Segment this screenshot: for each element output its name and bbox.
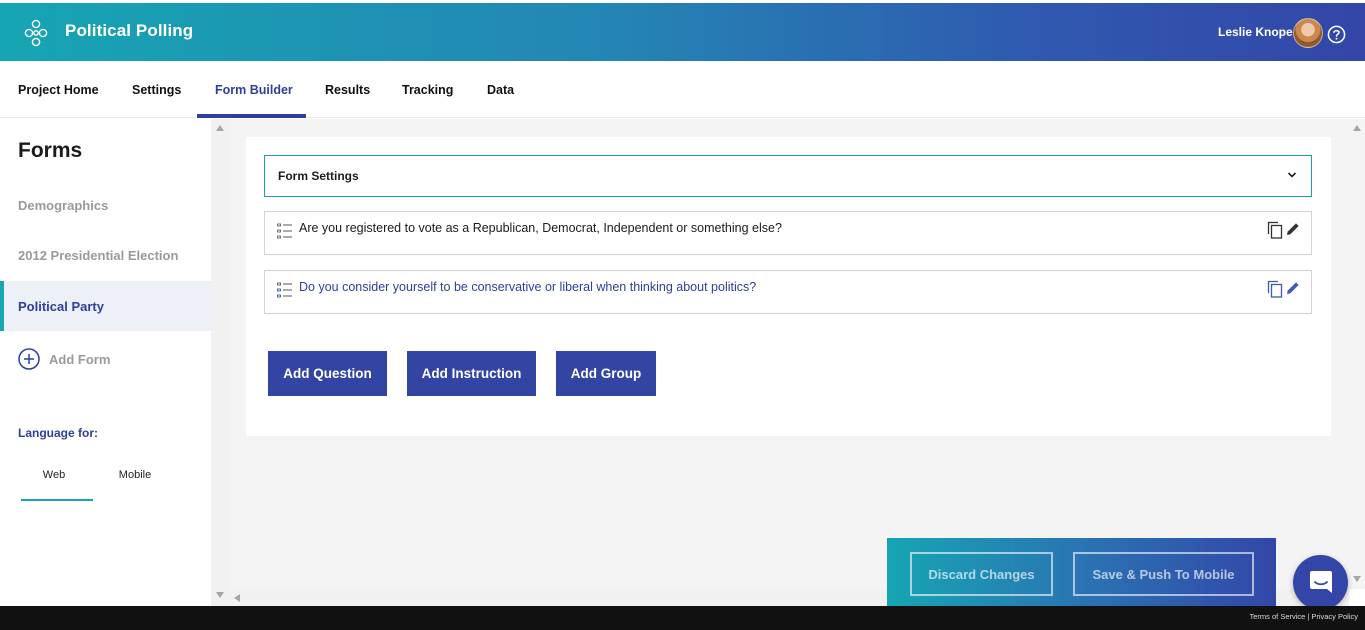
sidebar-item-political-party[interactable]: Political Party: [0, 281, 211, 331]
language-tab-web[interactable]: Web: [18, 459, 90, 501]
tab-settings[interactable]: Settings: [132, 61, 181, 118]
footer-separator: |: [1307, 612, 1310, 621]
pencil-icon[interactable]: [1285, 221, 1301, 237]
help-circle-icon[interactable]: [1327, 25, 1346, 44]
add-form-label: Add Form: [49, 351, 111, 367]
main-nav: Project Home Settings Form Builder Resul…: [0, 61, 1365, 118]
sidebar-item-demographics[interactable]: Demographics: [0, 180, 211, 230]
main-scrollbar[interactable]: [1349, 119, 1365, 589]
form-settings-label: Form Settings: [278, 169, 359, 183]
list-icon: [277, 223, 292, 239]
avatar[interactable]: [1293, 18, 1323, 48]
tab-tracking[interactable]: Tracking: [402, 61, 453, 118]
add-question-button[interactable]: Add Question: [268, 351, 387, 396]
question-text[interactable]: Do you consider yourself to be conservat…: [299, 280, 756, 294]
active-tab-indicator: [197, 114, 306, 118]
chat-icon: [1310, 571, 1332, 593]
copy-icon[interactable]: [1267, 221, 1283, 239]
tab-data[interactable]: Data: [487, 61, 514, 118]
save-push-mobile-button[interactable]: Save & Push To Mobile: [1073, 552, 1254, 596]
terms-of-service-link[interactable]: Terms of Service: [1250, 612, 1306, 621]
scroll-down-icon[interactable]: [216, 592, 224, 598]
scroll-up-icon[interactable]: [216, 125, 224, 131]
sidebar-title: Forms: [18, 139, 83, 162]
copy-icon[interactable]: [1267, 280, 1283, 298]
scroll-down-icon[interactable]: [1353, 576, 1361, 582]
question-row[interactable]: Do you consider yourself to be conservat…: [264, 270, 1312, 314]
app-title[interactable]: Political Polling: [65, 21, 193, 41]
language-label: Language for:: [18, 426, 98, 440]
form-settings-panel[interactable]: Form Settings: [264, 155, 1312, 197]
scroll-left-icon[interactable]: [234, 594, 240, 602]
question-row[interactable]: Are you registered to vote as a Republic…: [264, 211, 1312, 255]
sidebar-item-2012-presidential-election[interactable]: 2012 Presidential Election: [0, 230, 211, 280]
footer: Terms of Service | Privacy Policy: [0, 606, 1365, 630]
scroll-up-icon[interactable]: [1353, 125, 1361, 131]
language-tab-indicator: [21, 499, 93, 501]
pencil-icon[interactable]: [1285, 280, 1301, 296]
tab-form-builder[interactable]: Form Builder: [215, 61, 293, 118]
chat-launcher-button[interactable]: [1293, 555, 1348, 610]
flower-logo-icon[interactable]: [24, 19, 48, 47]
top-header: Political Polling Leslie Knope: [0, 3, 1365, 61]
question-text[interactable]: Are you registered to vote as a Republic…: [299, 221, 782, 235]
tab-project-home[interactable]: Project Home: [18, 61, 99, 118]
chevron-down-icon[interactable]: [1285, 168, 1299, 182]
add-form-button[interactable]: Add Form: [18, 348, 110, 370]
tab-results[interactable]: Results: [325, 61, 370, 118]
user-name[interactable]: Leslie Knope: [1218, 25, 1293, 39]
language-tab-mobile[interactable]: Mobile: [99, 459, 171, 501]
privacy-policy-link[interactable]: Privacy Policy: [1311, 612, 1358, 621]
plus-circle-icon: [18, 348, 40, 370]
footer-links: Terms of Service | Privacy Policy: [1250, 612, 1359, 621]
list-icon: [277, 282, 292, 298]
forms-sidebar: Forms Demographics 2012 Presidential Ele…: [0, 119, 211, 606]
add-instruction-button[interactable]: Add Instruction: [407, 351, 536, 396]
sidebar-scrollbar[interactable]: [211, 119, 230, 606]
save-bar: Discard Changes Save & Push To Mobile: [887, 538, 1276, 606]
add-group-button[interactable]: Add Group: [556, 351, 656, 396]
discard-changes-button[interactable]: Discard Changes: [910, 552, 1053, 596]
